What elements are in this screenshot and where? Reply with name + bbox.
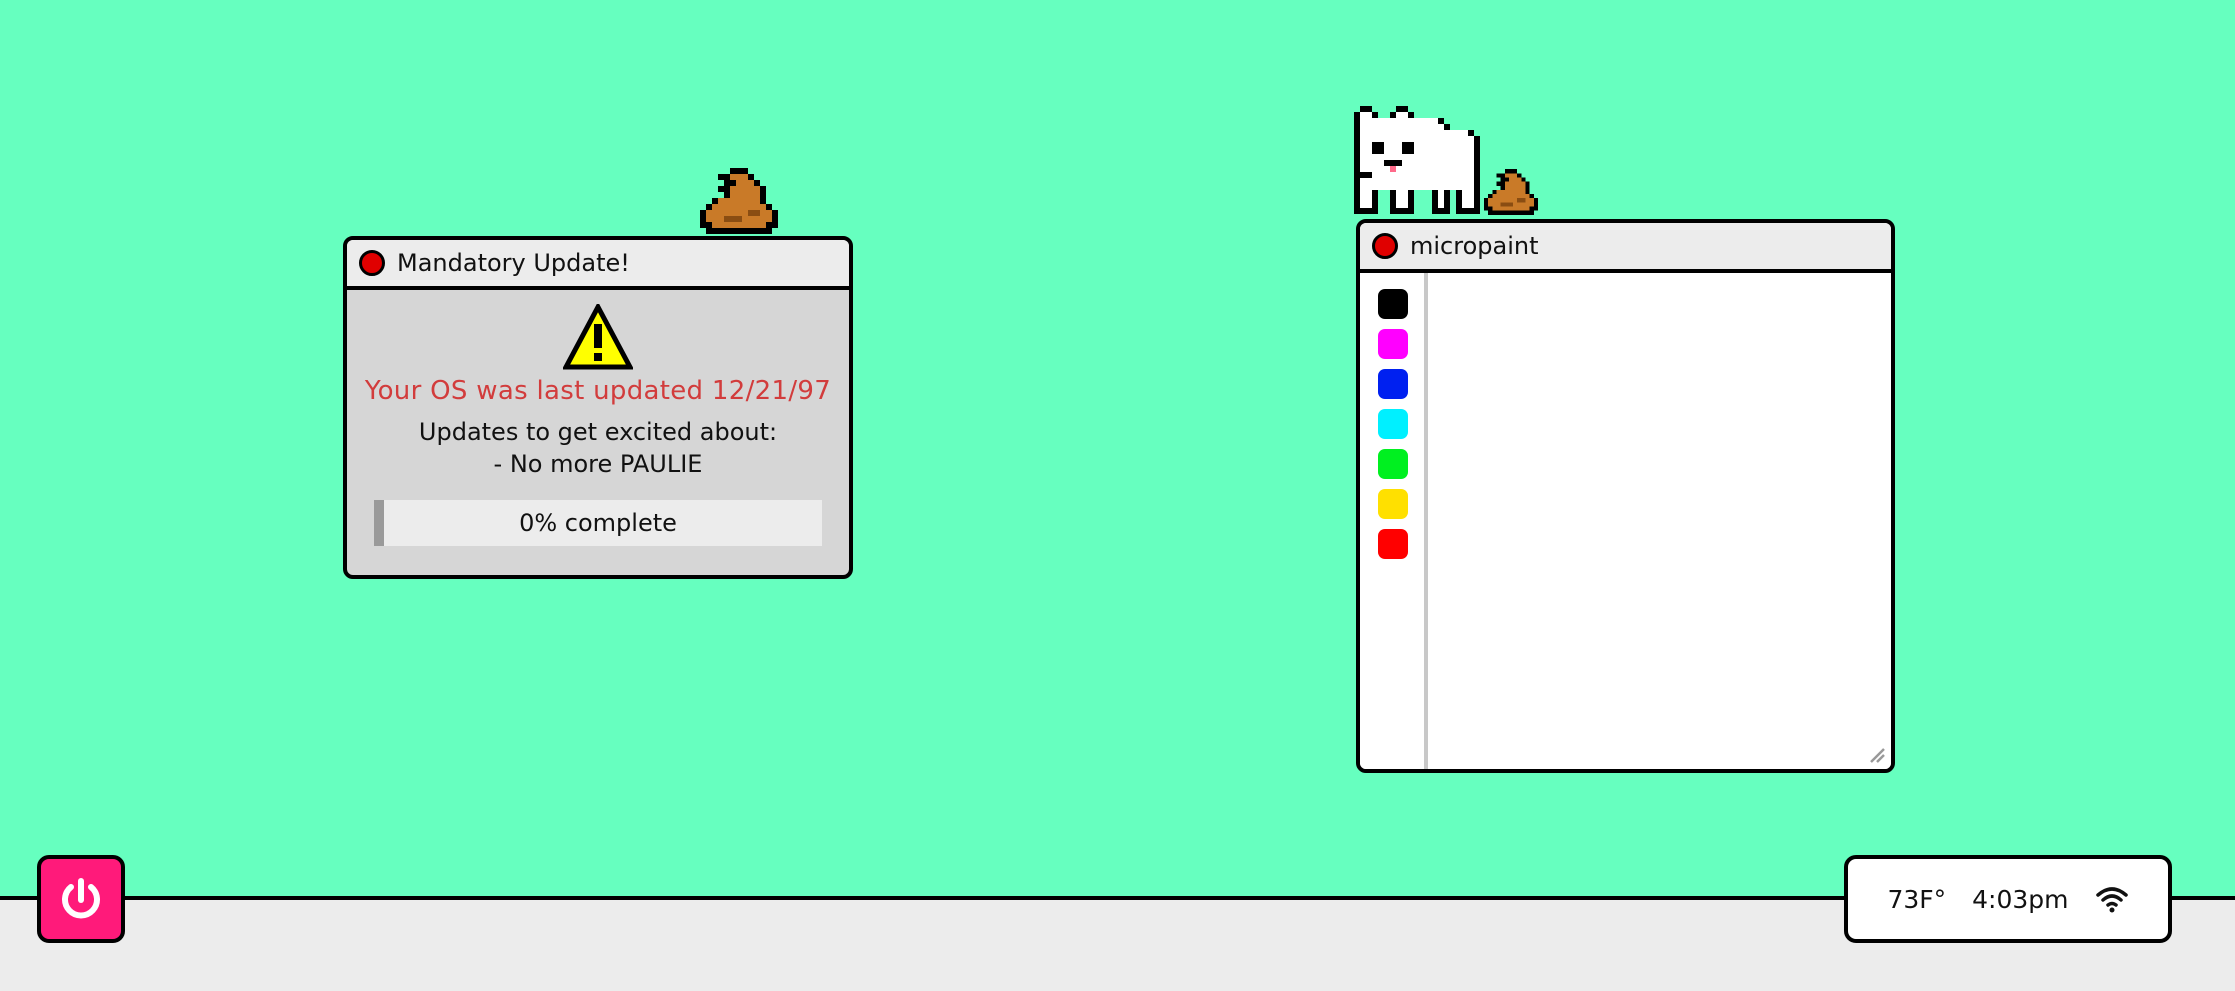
dog-sprite-icon: [1354, 106, 1480, 214]
update-progress-bar: 0% complete: [374, 500, 822, 546]
micropaint-title: micropaint: [1410, 232, 1539, 260]
update-window-titlebar[interactable]: Mandatory Update!: [347, 240, 849, 290]
update-warning-text: Your OS was last updated 12/21/97: [364, 376, 832, 406]
color-swatch[interactable]: [1378, 489, 1408, 519]
update-window-body: Your OS was last updated 12/21/97 Update…: [347, 290, 849, 546]
micropaint-window[interactable]: micropaint: [1356, 219, 1895, 773]
update-list-item: - No more PAULIE: [493, 450, 703, 478]
power-icon: [62, 878, 100, 919]
system-tray: 73F° 4:03pm: [1844, 855, 2172, 943]
clock: 4:03pm: [1972, 884, 2069, 914]
micropaint-titlebar[interactable]: micropaint: [1360, 223, 1891, 273]
update-heading: Updates to get excited about:: [418, 418, 778, 446]
wifi-icon[interactable]: [2095, 885, 2129, 913]
update-progress-label: 0% complete: [519, 509, 677, 537]
color-swatch[interactable]: [1378, 329, 1408, 359]
poop-sprite-icon: [1484, 169, 1538, 215]
micropaint-body: [1360, 273, 1891, 769]
color-palette: [1360, 273, 1428, 769]
power-button[interactable]: [37, 855, 125, 943]
poop-sprite-icon: [700, 168, 778, 234]
update-window[interactable]: Mandatory Update! Your OS was last updat…: [343, 236, 853, 579]
color-swatch[interactable]: [1378, 529, 1408, 559]
temperature-readout: 73F°: [1887, 884, 1947, 914]
color-swatch[interactable]: [1378, 449, 1408, 479]
update-window-close-button[interactable]: [359, 250, 385, 276]
warning-triangle-icon: [563, 304, 633, 370]
paint-canvas[interactable]: [1432, 273, 1891, 769]
update-window-title: Mandatory Update!: [397, 249, 630, 277]
color-swatch[interactable]: [1378, 369, 1408, 399]
color-swatch[interactable]: [1378, 409, 1408, 439]
resize-grip-icon[interactable]: [1867, 745, 1885, 763]
micropaint-close-button[interactable]: [1372, 233, 1398, 259]
color-swatch[interactable]: [1378, 289, 1408, 319]
